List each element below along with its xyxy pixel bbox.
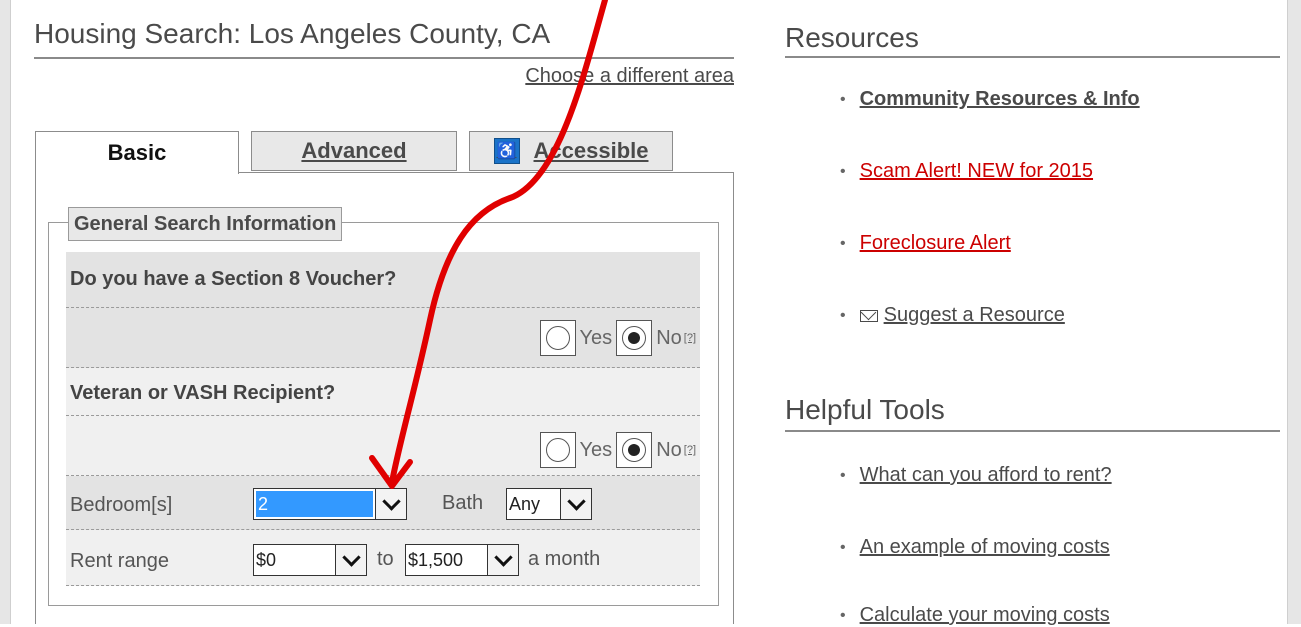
moving-costs-example-link[interactable]: An example of moving costs: [860, 536, 1110, 559]
resource-item: • Suggest a Resource: [840, 304, 1065, 327]
section8-no-label: No: [656, 326, 682, 349]
tab-accessible[interactable]: ♿ Accessible: [469, 131, 673, 171]
tool-item: • What can you afford to rent?: [840, 464, 1112, 487]
bullet-icon: •: [840, 306, 846, 324]
veteran-help-link[interactable]: [?]: [684, 444, 696, 456]
foreclosure-alert-link[interactable]: Foreclosure Alert: [860, 232, 1011, 255]
bath-select[interactable]: Any: [506, 488, 592, 520]
section8-answer-row: Yes No [?]: [66, 308, 700, 368]
suggest-resource-link[interactable]: Suggest a Resource: [884, 304, 1065, 327]
rent-max-value: $1,500: [408, 549, 464, 570]
tab-accessible-label: Accessible: [533, 138, 649, 163]
rent-min-value: $0: [256, 549, 277, 570]
bullet-icon: •: [840, 90, 846, 108]
chevron-down-icon[interactable]: [335, 545, 366, 575]
radio-selected-icon: [622, 326, 647, 350]
veteran-no-label: No: [656, 438, 682, 461]
resources-divider: [785, 56, 1280, 58]
right-page-gutter: [1287, 0, 1301, 624]
radio-empty-icon: [545, 326, 570, 350]
tab-basic-label: Basic: [107, 140, 167, 165]
bath-label: Bath: [442, 492, 484, 514]
chevron-down-icon[interactable]: [375, 489, 406, 519]
section8-radio-group: Yes No [?]: [539, 320, 696, 356]
wheelchair-icon: ♿: [493, 138, 520, 164]
section8-help-link[interactable]: [?]: [684, 332, 696, 344]
bath-value: Any: [509, 493, 541, 514]
tab-basic[interactable]: Basic: [35, 131, 239, 174]
fieldset-legend: General Search Information: [68, 207, 343, 241]
resources-heading: Resources: [785, 22, 919, 53]
tab-advanced[interactable]: Advanced: [251, 131, 457, 171]
tool-item: • An example of moving costs: [840, 536, 1110, 559]
helpful-tools-divider: [785, 430, 1280, 432]
community-resources-link[interactable]: Community Resources & Info: [860, 88, 1140, 111]
bullet-icon: •: [840, 466, 846, 484]
rent-min-select[interactable]: $0: [253, 544, 367, 576]
chevron-down-icon[interactable]: [487, 545, 518, 575]
bullet-icon: •: [840, 606, 846, 624]
choose-area-link[interactable]: Choose a different area: [525, 65, 734, 88]
left-page-gutter: [0, 0, 11, 624]
veteran-yes-radio[interactable]: [539, 432, 576, 468]
resource-item: • Scam Alert! NEW for 2015: [840, 160, 1093, 183]
rent-range-label: Rent range: [70, 550, 169, 572]
radio-selected-icon: [622, 438, 647, 462]
bullet-icon: •: [840, 538, 846, 556]
section8-yes-label: Yes: [579, 326, 613, 349]
resource-item: • Community Resources & Info: [840, 88, 1140, 111]
veteran-answer-row: Yes No [?]: [66, 416, 700, 476]
bedrooms-label: Bedroom[s]: [70, 494, 173, 516]
veteran-question-row: Veteran or VASH Recipient?: [66, 368, 700, 416]
rent-to-label: to: [377, 548, 394, 570]
rent-suffix-label: a month: [528, 548, 601, 570]
section8-no-radio[interactable]: [616, 320, 653, 356]
afford-rent-link[interactable]: What can you afford to rent?: [860, 464, 1112, 487]
title-divider: [34, 57, 734, 59]
bedrooms-value: 2: [256, 491, 373, 517]
section8-question-row: Do you have a Section 8 Voucher?: [66, 252, 700, 308]
search-title: Housing Search: Los Angeles County, CA: [34, 18, 551, 49]
radio-empty-icon: [545, 438, 570, 462]
rent-max-select[interactable]: $1,500: [405, 544, 519, 576]
helpful-tools-heading: Helpful Tools: [785, 394, 945, 425]
veteran-radio-group: Yes No [?]: [539, 432, 696, 468]
bullet-icon: •: [840, 162, 846, 180]
section8-yes-radio[interactable]: [539, 320, 576, 356]
bullet-icon: •: [840, 234, 846, 252]
veteran-no-radio[interactable]: [616, 432, 653, 468]
scam-alert-link[interactable]: Scam Alert! NEW for 2015: [860, 160, 1093, 183]
resource-item: • Foreclosure Alert: [840, 232, 1011, 255]
envelope-icon: [859, 309, 878, 322]
section8-question: Do you have a Section 8 Voucher?: [70, 268, 397, 290]
bedrooms-select[interactable]: 2: [253, 488, 407, 520]
veteran-question: Veteran or VASH Recipient?: [70, 382, 336, 404]
chevron-down-icon[interactable]: [560, 489, 591, 519]
tab-advanced-label: Advanced: [301, 138, 407, 163]
veteran-yes-label: Yes: [579, 438, 613, 461]
